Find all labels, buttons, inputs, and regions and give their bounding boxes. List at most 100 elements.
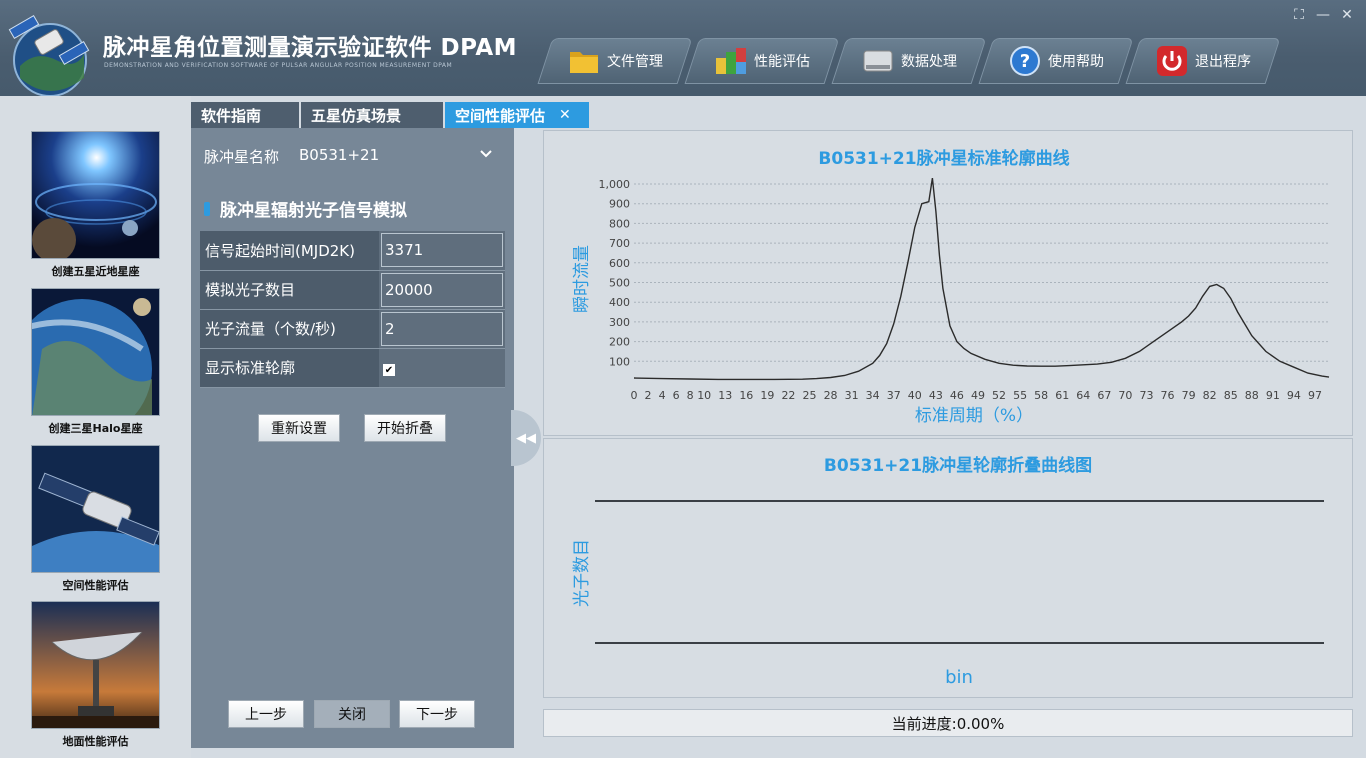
parameter-table: 信号起始时间(MJD2K) 模拟光子数目 光子流量（个数/秒) 显示标准轮廓 ✔ bbox=[200, 231, 505, 388]
nav-performance-button[interactable]: 性能评估 bbox=[684, 38, 840, 84]
sidebar-item-ground-performance[interactable]: 地面性能评估 bbox=[31, 601, 160, 749]
fold-curve-chart-svg: B0531+21脉冲星轮廓折叠曲线图 光子数目 bin bbox=[572, 455, 1324, 688]
pulsar-value: B0531+21 bbox=[299, 146, 380, 164]
x-tick-label: 22 bbox=[781, 389, 795, 402]
minimize-icon[interactable]: — bbox=[1314, 6, 1332, 24]
nav-label: 性能评估 bbox=[754, 54, 810, 70]
x-tick-label: 67 bbox=[1097, 389, 1111, 402]
next-step-button[interactable]: 下一步 bbox=[399, 700, 475, 728]
pulsar-select[interactable]: 脉冲星名称 B0531+21 bbox=[204, 146, 494, 167]
tab-five-star-scene[interactable]: 五星仿真场景 bbox=[301, 102, 443, 128]
x-tick-label: 19 bbox=[760, 389, 774, 402]
photon-count-input[interactable] bbox=[381, 272, 503, 307]
reset-button[interactable]: 重新设置 bbox=[258, 414, 340, 442]
table-row: 信号起始时间(MJD2K) bbox=[200, 231, 505, 271]
sidebar-item-label: 创建三星Halo星座 bbox=[48, 422, 143, 435]
progress-bar: 当前进度:0.00% bbox=[543, 709, 1353, 737]
x-tick-label: 31 bbox=[845, 389, 859, 402]
y-tick-label: 200 bbox=[609, 336, 630, 349]
x-tick-label: 94 bbox=[1287, 389, 1301, 402]
param-label: 信号起始时间(MJD2K) bbox=[200, 231, 379, 271]
x-tick-label: 64 bbox=[1076, 389, 1090, 402]
x-tick-label: 85 bbox=[1224, 389, 1238, 402]
x-tick-label: 58 bbox=[1034, 389, 1048, 402]
x-tick-label: 13 bbox=[718, 389, 732, 402]
table-row: 显示标准轮廓 ✔ bbox=[200, 348, 505, 388]
show-profile-checkbox[interactable]: ✔ bbox=[383, 364, 395, 376]
x-tick-label: 40 bbox=[908, 389, 922, 402]
nav-label: 使用帮助 bbox=[1048, 54, 1104, 70]
section-title: 脉冲星辐射光子信号模拟 bbox=[204, 196, 407, 221]
x-tick-label: 4 bbox=[659, 389, 666, 402]
x-tick-label: 34 bbox=[866, 389, 880, 402]
y-axis-label: 光子数目 bbox=[572, 539, 592, 607]
x-tick-label: 88 bbox=[1245, 389, 1259, 402]
folder-icon bbox=[567, 44, 601, 78]
x-tick-label: 37 bbox=[887, 389, 901, 402]
y-tick-labels: 100 200 300 400 500 600 700 800 900 1,000 bbox=[599, 178, 631, 368]
svg-text:?: ? bbox=[1020, 51, 1030, 72]
tab-label: 软件指南 bbox=[201, 106, 262, 125]
profile-series-line bbox=[633, 177, 1330, 381]
sidebar-item-halo-constellation[interactable]: 创建三星Halo星座 bbox=[31, 288, 160, 436]
y-tick-label: 1,000 bbox=[599, 178, 631, 191]
start-time-input[interactable] bbox=[381, 233, 503, 268]
y-tick-label: 900 bbox=[609, 198, 630, 211]
photon-flux-input[interactable] bbox=[381, 311, 503, 346]
nav-label: 文件管理 bbox=[607, 54, 663, 70]
nav-help-button[interactable]: ? 使用帮助 bbox=[978, 38, 1134, 84]
fold-curve-chart: B0531+21脉冲星轮廓折叠曲线图 光子数目 bin bbox=[543, 438, 1353, 698]
tab-label: 五星仿真场景 bbox=[311, 106, 402, 125]
sidebar-item-space-performance[interactable]: 空间性能评估 bbox=[31, 445, 160, 593]
y-tick-label: 500 bbox=[609, 277, 630, 290]
nav-file-management-button[interactable]: 文件管理 bbox=[537, 38, 693, 84]
window-controls: ⛶ — ✕ bbox=[1290, 6, 1356, 24]
tab-space-performance[interactable]: 空间性能评估 ✕ bbox=[445, 102, 589, 128]
collapse-panel-button[interactable]: ◀◀ bbox=[511, 410, 541, 466]
param-label: 模拟光子数目 bbox=[200, 270, 379, 310]
app-subtitle: DEMONSTRATION AND VERIFICATION SOFTWARE … bbox=[104, 62, 453, 69]
x-tick-label: 8 bbox=[687, 389, 694, 402]
section-marker bbox=[204, 201, 210, 216]
sidebar-item-five-star-constellation[interactable]: 创建五星近地星座 bbox=[31, 131, 160, 279]
nav-exit-button[interactable]: 退出程序 bbox=[1125, 38, 1281, 84]
help-icon: ? bbox=[1008, 44, 1042, 78]
app-header: 脉冲星角位置测量演示验证软件 DPAM DEMONSTRATION AND VE… bbox=[0, 0, 1366, 97]
radio-telescope-image bbox=[31, 601, 160, 729]
tab-close-icon[interactable]: ✕ bbox=[559, 107, 571, 123]
start-fold-button[interactable]: 开始折叠 bbox=[364, 414, 446, 442]
nav-data-processing-button[interactable]: 数据处理 bbox=[831, 38, 987, 84]
standard-profile-chart-svg: B0531+21脉冲星标准轮廓曲线 瞬时流量 标准周期（%） 100200300… bbox=[572, 148, 1330, 426]
param-label: 光子流量（个数/秒) bbox=[200, 309, 379, 349]
x-tick-label: 52 bbox=[992, 389, 1006, 402]
x-tick-label: 76 bbox=[1161, 389, 1175, 402]
chart-grid bbox=[634, 183, 1329, 362]
x-tick-label: 46 bbox=[950, 389, 964, 402]
app-title: 脉冲星角位置测量演示验证软件 DPAM bbox=[103, 35, 518, 61]
standard-profile-chart: B0531+21脉冲星标准轮廓曲线 瞬时流量 标准周期（%） 100 200 300… bbox=[543, 130, 1353, 436]
sidebar-item-label: 地面性能评估 bbox=[62, 735, 129, 748]
chart-title: B0531+21脉冲星标准轮廓曲线 bbox=[818, 148, 1069, 169]
table-row: 模拟光子数目 bbox=[200, 270, 505, 310]
prev-step-button[interactable]: 上一步 bbox=[228, 700, 304, 728]
x-tick-label: 91 bbox=[1266, 389, 1280, 402]
x-tick-label: 43 bbox=[929, 389, 943, 402]
x-tick-label: 6 bbox=[673, 389, 680, 402]
x-axis-label: bin bbox=[945, 667, 973, 688]
galaxy-image bbox=[31, 131, 160, 259]
y-axis-label: 瞬时流量 bbox=[572, 245, 592, 313]
close-icon[interactable]: ✕ bbox=[1338, 6, 1356, 24]
chevron-down-icon[interactable] bbox=[478, 146, 494, 167]
satellite-logo-icon bbox=[6, 8, 94, 97]
left-sidebar: 创建五星近地星座 创建三星Halo星座 空间性能评估 地面性能评估 bbox=[0, 96, 191, 758]
y-tick-label: 800 bbox=[609, 217, 630, 230]
close-button[interactable]: 关闭 bbox=[314, 700, 390, 728]
nav-label: 退出程序 bbox=[1195, 54, 1251, 70]
maximize-icon[interactable]: ⛶ bbox=[1290, 6, 1308, 24]
tab-software-guide[interactable]: 软件指南 bbox=[191, 102, 299, 128]
x-tick-label: 28 bbox=[824, 389, 838, 402]
parameter-panel: 脉冲星名称 B0531+21 脉冲星辐射光子信号模拟 信号起始时间(MJD2K)… bbox=[191, 128, 514, 748]
x-tick-label: 73 bbox=[1139, 389, 1153, 402]
y-tick-label: 400 bbox=[609, 296, 630, 309]
space-station-image bbox=[31, 445, 160, 573]
